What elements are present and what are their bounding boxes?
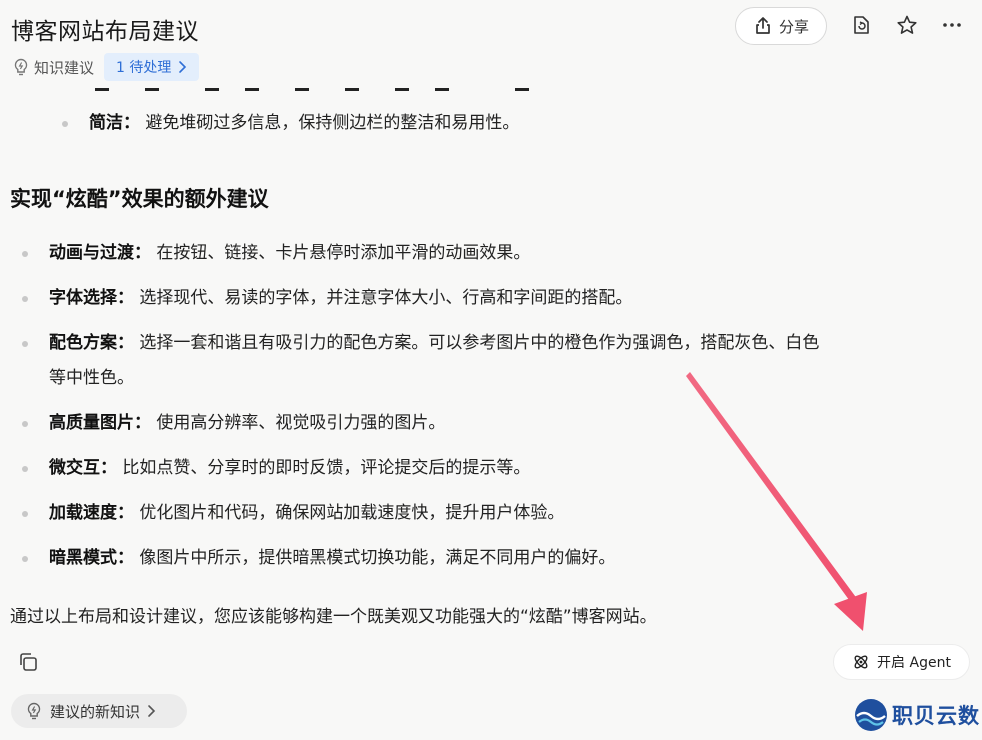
item-text: 比如点赞、分享时的即时反馈，评论提交后的提示等。 [122,458,531,478]
list-item: 微交互： 比如点赞、分享时的即时反馈，评论提交后的提示等。 [22,451,531,486]
file-sync-icon [854,16,869,34]
agent-icon [854,655,868,669]
bullet-dot [62,121,68,127]
summary-text: 通过以上布局和设计建议，您应该能够构建一个既美观又功能强大的“炫酷”博客网站。 [10,607,657,627]
scrolled-text-remnant [95,88,535,91]
more-icon [943,23,961,27]
watermark: 职贝云数 [853,697,980,733]
item-term: 微交互： [49,458,117,478]
item-term: 简洁： [89,113,140,133]
file-sync-button[interactable] [848,12,874,38]
share-icon [756,17,770,34]
item-term: 动画与过渡： [49,243,151,263]
list-item: 字体选择： 选择现代、易读的字体，并注意字体大小、行高和字间距的搭配。 [22,281,633,316]
item-term: 暗黑模式： [49,548,134,568]
copy-button[interactable] [16,650,40,674]
bullet-dot [22,251,28,257]
bullet-dot [22,341,28,347]
chevron-right-icon [148,705,156,717]
bullet-dot [22,421,28,427]
share-label: 分享 [778,17,809,36]
chevron-right-icon [179,61,187,73]
conversation-header: 博客网站布局建议 分享 知识建议 1 待处理 [0,0,982,88]
item-text: 在按钮、链接、卡片悬停时添加平滑的动画效果。 [156,243,531,263]
item-text: 使用高分辨率、视觉吸引力强的图片。 [156,413,446,433]
pending-badge[interactable]: 1 待处理 [104,53,200,81]
item-text: 选择一套和谐且有吸引力的配色方案。可以参考图片中的橙色作为强调色，搭配灰色、白色 [139,333,820,353]
more-options-button[interactable] [939,12,965,38]
watermark-logo-icon [855,699,887,731]
knowledge-label: 知识建议 [34,58,95,77]
suggested-knowledge-label: 建议的新知识 [50,702,141,721]
lightbulb-icon [14,58,28,76]
list-item: 加载速度： 优化图片和代码，确保网站加载速度快，提升用户体验。 [22,496,565,531]
bullet-dot [22,511,28,517]
item-text: 优化图片和代码，确保网站加载速度快，提升用户体验。 [139,503,565,523]
list-item: 高质量图片： 使用高分辨率、视觉吸引力强的图片。 [22,406,446,441]
watermark-text: 职贝云数 [892,704,980,728]
copy-icon [20,653,37,671]
list-item: 配色方案： 选择一套和谐且有吸引力的配色方案。可以参考图片中的橙色作为强调色，搭… [22,326,969,396]
lightbulb-icon [27,702,41,720]
item-term: 字体选择： [49,288,134,308]
item-text: 选择现代、易读的字体，并注意字体大小、行高和字间距的搭配。 [139,288,633,308]
star-icon [897,15,917,34]
item-term: 加载速度： [49,503,134,523]
agent-label: 开启 Agent [877,655,951,671]
page-title: 博客网站布局建议 [11,19,199,45]
pending-label: 1 待处理 [116,60,172,76]
item-text: 像图片中所示，提供暗黑模式切换功能，满足不同用户的偏好。 [139,548,616,568]
knowledge-suggestion[interactable]: 知识建议 [11,57,94,78]
bullet-dot [22,466,28,472]
section-heading: 实现“炫酷”效果的额外建议 [10,187,269,211]
bullet-dot [22,556,28,562]
list-item: 暗黑模式： 像图片中所示，提供暗黑模式切换功能，满足不同用户的偏好。 [22,541,616,576]
favorite-button[interactable] [894,12,920,38]
item-term: 配色方案： [49,333,134,353]
item-text-continued: 等中性色。 [49,368,134,388]
knowledge-row: 知识建议 1 待处理 [11,53,200,81]
bullet-dot [22,296,28,302]
item-term: 高质量图片： [49,413,151,433]
start-agent-button[interactable]: 开启 Agent [833,644,970,680]
list-item: 动画与过渡： 在按钮、链接、卡片悬停时添加平滑的动画效果。 [22,236,531,271]
list-item: 简洁： 避免堆砌过多信息，保持侧边栏的整洁和易用性。 [62,106,520,141]
share-button[interactable]: 分享 [735,7,827,45]
item-text: 避免堆砌过多信息，保持侧边栏的整洁和易用性。 [145,113,520,133]
suggested-knowledge-button[interactable]: 建议的新知识 [11,694,187,728]
